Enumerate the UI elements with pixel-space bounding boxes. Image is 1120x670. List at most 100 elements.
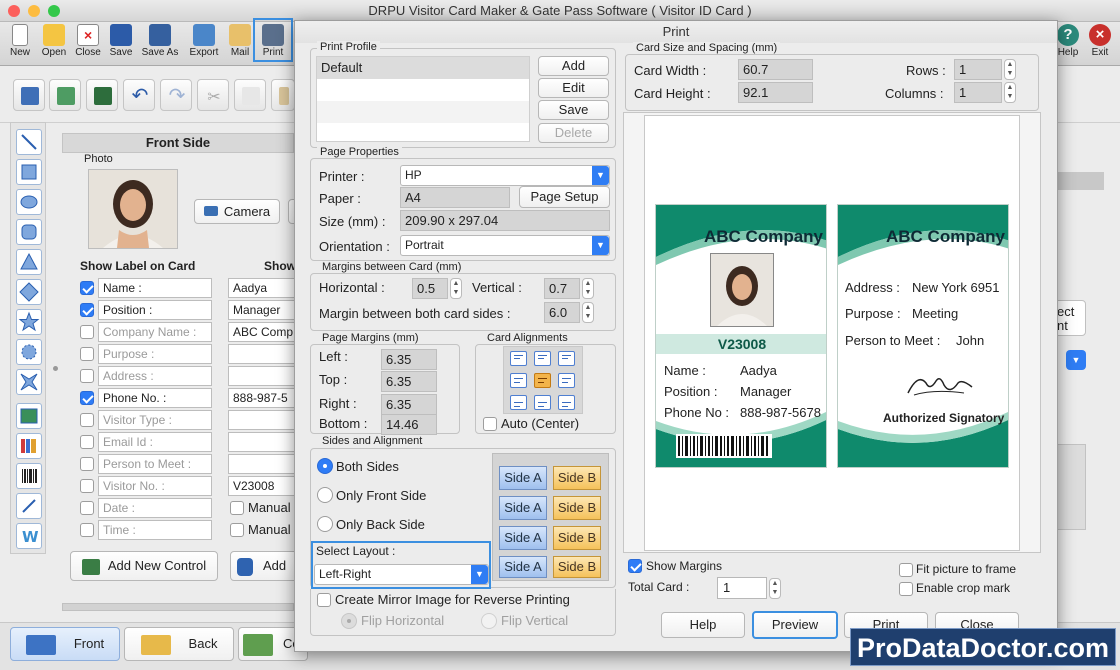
- paste-tool[interactable]: [271, 79, 295, 111]
- show-label-checkbox[interactable]: [80, 435, 94, 449]
- orientation-select[interactable]: Portrait ▼: [400, 235, 610, 256]
- field-label-box[interactable]: Email Id :: [98, 432, 212, 452]
- align-bottom-center[interactable]: [534, 395, 551, 410]
- horizontal-scrollbar[interactable]: [62, 603, 294, 611]
- manual-checkbox[interactable]: [230, 523, 244, 537]
- show-label-checkbox[interactable]: [80, 303, 94, 317]
- show-label-checkbox[interactable]: [80, 457, 94, 471]
- help-dialog-button[interactable]: Help: [661, 612, 745, 638]
- only-back-radio[interactable]: [317, 516, 333, 532]
- rows-field[interactable]: 1: [954, 59, 1002, 80]
- field-value-input[interactable]: [228, 366, 294, 386]
- both-sides-margin-field[interactable]: 6.0: [544, 302, 580, 323]
- field-value-input[interactable]: 888-987-5: [228, 388, 294, 408]
- vertical-margin-field[interactable]: 0.7: [544, 278, 580, 299]
- field-value-input[interactable]: [228, 410, 294, 430]
- field-value-input[interactable]: [228, 344, 294, 364]
- only-front-radio[interactable]: [317, 487, 333, 503]
- profile-list[interactable]: Default: [316, 56, 530, 142]
- align-middle-left[interactable]: [510, 373, 527, 388]
- page-setup-button[interactable]: Page Setup: [519, 186, 610, 208]
- show-label-checkbox[interactable]: [80, 325, 94, 339]
- show-margins-checkbox[interactable]: [628, 559, 642, 573]
- mail-button[interactable]: Mail: [226, 24, 254, 64]
- show-label-checkbox[interactable]: [80, 369, 94, 383]
- show-label-checkbox[interactable]: [80, 281, 94, 295]
- align-middle-right[interactable]: [558, 373, 575, 388]
- flip-vertical-radio[interactable]: [481, 613, 497, 629]
- add-new-control-button[interactable]: Add New Control: [70, 551, 218, 581]
- total-card-field[interactable]: 1: [717, 577, 767, 599]
- show-label-checkbox[interactable]: [80, 347, 94, 361]
- field-label-box[interactable]: Purpose :: [98, 344, 212, 364]
- both-sides-margin-stepper[interactable]: ▲ ▼: [582, 302, 594, 323]
- profile-edit-button[interactable]: Edit: [538, 78, 609, 98]
- close-window-button[interactable]: [8, 5, 20, 17]
- partial-steppers[interactable]: [1056, 444, 1086, 530]
- paper-field[interactable]: A4: [400, 187, 510, 208]
- rectangle-tool[interactable]: [16, 159, 42, 185]
- field-value-input[interactable]: Manager: [228, 300, 294, 320]
- import-tool[interactable]: [86, 79, 118, 111]
- align-middle-center[interactable]: [534, 373, 551, 388]
- library-tool[interactable]: [16, 433, 42, 459]
- field-label-box[interactable]: Date :: [98, 498, 212, 518]
- crop-mark-checkbox[interactable]: [899, 582, 913, 596]
- field-label-box[interactable]: Name :: [98, 278, 212, 298]
- redo-tool[interactable]: ↷: [160, 79, 192, 111]
- field-label-box[interactable]: Visitor Type :: [98, 410, 212, 430]
- copy-tool[interactable]: [234, 79, 266, 111]
- align-top-center[interactable]: [534, 351, 551, 366]
- save-button[interactable]: Save: [105, 24, 137, 64]
- vertical-margin-stepper[interactable]: ▲ ▼: [582, 278, 594, 299]
- field-label-box[interactable]: Company Name :: [98, 322, 212, 342]
- photo-frame[interactable]: [88, 169, 178, 249]
- new-button[interactable]: New: [4, 24, 36, 64]
- align-top-right[interactable]: [558, 351, 575, 366]
- show-label-checkbox[interactable]: [80, 413, 94, 427]
- printer-select[interactable]: HP ▼: [400, 165, 610, 186]
- image-tool[interactable]: [49, 79, 81, 111]
- size-field[interactable]: 209.90 x 297.04: [400, 210, 610, 231]
- fit-picture-checkbox[interactable]: [899, 563, 913, 577]
- barcode-tool[interactable]: [16, 463, 42, 489]
- diamond-tool[interactable]: [16, 279, 42, 305]
- show-label-checkbox[interactable]: [80, 479, 94, 493]
- triangle-tool[interactable]: [16, 249, 42, 275]
- horizontal-margin-stepper[interactable]: ▲ ▼: [450, 278, 462, 299]
- bottom-margin-field[interactable]: 14.46: [381, 414, 437, 435]
- profile-save-button[interactable]: Save: [538, 100, 609, 120]
- layout-select[interactable]: Left-Right ▼: [314, 564, 489, 585]
- preview-button[interactable]: Preview: [752, 611, 838, 639]
- rows-stepper[interactable]: ▲ ▼: [1004, 59, 1016, 80]
- open-button[interactable]: Open: [38, 24, 70, 64]
- splitter-handle[interactable]: [53, 366, 58, 371]
- mirror-image-checkbox[interactable]: [317, 593, 331, 607]
- ellipse-tool[interactable]: [16, 189, 42, 215]
- field-label-box[interactable]: Address :: [98, 366, 212, 386]
- field-value-input[interactable]: [228, 454, 294, 474]
- both-sides-radio[interactable]: [317, 458, 333, 474]
- show-label-checkbox[interactable]: [80, 501, 94, 515]
- back-tab[interactable]: Back: [124, 627, 234, 661]
- field-value-input[interactable]: V23008: [228, 476, 294, 496]
- help-button[interactable]: ? Help: [1054, 24, 1082, 64]
- star-tool[interactable]: [16, 309, 42, 335]
- save-as-button[interactable]: Save As: [139, 24, 181, 64]
- zoom-window-button[interactable]: [48, 5, 60, 17]
- show-label-checkbox[interactable]: [80, 523, 94, 537]
- profile-add-button[interactable]: Add: [538, 56, 609, 76]
- cross-shape-tool[interactable]: [16, 369, 42, 395]
- columns-stepper[interactable]: ▲ ▼: [1004, 82, 1016, 103]
- right-margin-field[interactable]: 6.35: [381, 394, 437, 415]
- signature-tool[interactable]: [16, 493, 42, 519]
- field-value-input[interactable]: Aadya: [228, 278, 294, 298]
- field-value-input[interactable]: ABC Comp: [228, 322, 294, 342]
- manual-checkbox[interactable]: [230, 501, 244, 515]
- edit-doc-tool[interactable]: [13, 79, 45, 111]
- close-button[interactable]: × Close: [72, 24, 104, 64]
- print-button[interactable]: Print: [253, 18, 293, 62]
- export-button[interactable]: Export: [186, 24, 222, 64]
- picture-tool[interactable]: [16, 403, 42, 429]
- add-database-button[interactable]: Add: [230, 551, 298, 581]
